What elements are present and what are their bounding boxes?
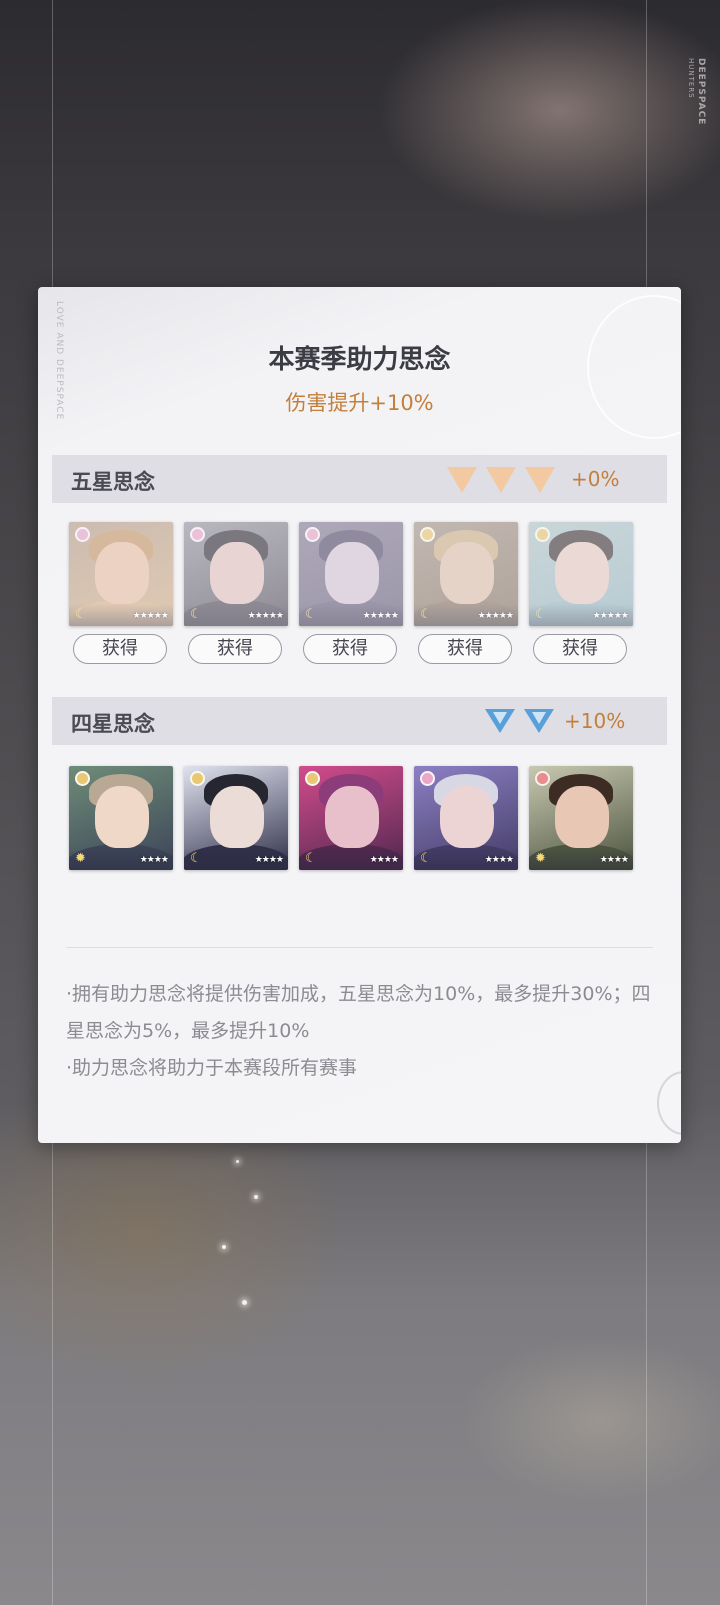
- memory-card[interactable]: ✹ ★★★★: [529, 766, 633, 870]
- moon-icon: ☾: [535, 607, 547, 622]
- star-rating: ★★★★★: [132, 611, 169, 621]
- card-bottom-strip: [414, 604, 518, 626]
- five-star-section-header: 五星思念 +0%: [52, 455, 667, 503]
- memory-card[interactable]: ☾ ★★★★★: [529, 522, 633, 626]
- card-bottom-strip: [529, 604, 633, 626]
- five-star-bonus: +0%: [571, 467, 620, 491]
- character-portrait: [555, 542, 609, 604]
- character-portrait: [184, 600, 288, 626]
- star-rating: ★★★★: [484, 855, 514, 865]
- star-rating: ★★★★: [599, 855, 629, 865]
- triangle-gold-icon: [486, 467, 516, 493]
- get-button[interactable]: 获得: [533, 634, 627, 664]
- memory-card[interactable]: ☾ ★★★★★: [299, 522, 403, 626]
- star-rating: ★★★★★: [477, 611, 514, 621]
- character-portrait: [529, 600, 633, 626]
- character-portrait: [210, 542, 264, 604]
- memory-card[interactable]: ☾ ★★★★: [184, 766, 288, 870]
- moon-icon: ☾: [305, 851, 317, 866]
- character-portrait: [319, 530, 383, 564]
- card-bottom-strip: [184, 604, 288, 626]
- memory-card[interactable]: ☾ ★★★★★: [69, 522, 173, 626]
- memory-card[interactable]: ☾ ★★★★★: [184, 522, 288, 626]
- memory-card[interactable]: ✹ ★★★★: [69, 766, 173, 870]
- attribute-badge-icon: [75, 527, 90, 542]
- moon-icon: ☾: [420, 607, 432, 622]
- attribute-badge-icon: [190, 527, 205, 542]
- sparkle-icon: [236, 1160, 239, 1163]
- attribute-badge-icon: [75, 771, 90, 786]
- character-portrait: [549, 530, 613, 564]
- attribute-badge-icon: [305, 527, 320, 542]
- decorative-arc: [657, 1071, 681, 1135]
- character-portrait: [440, 542, 494, 604]
- sun-icon: ✹: [75, 851, 86, 866]
- note-line: ·拥有助力思念将提供伤害加成，五星思念为10%，最多提升30%；四星思念为5%，…: [66, 983, 651, 1042]
- character-portrait: [95, 542, 149, 604]
- divider: [66, 947, 653, 948]
- character-portrait: [69, 600, 173, 626]
- moon-icon: ☾: [305, 607, 317, 622]
- star-rating: ★★★★: [369, 855, 399, 865]
- character-portrait: [434, 530, 498, 564]
- triangle-gold-icon: [447, 467, 477, 493]
- attribute-badge-icon: [420, 771, 435, 786]
- star-rating: ★★★★★: [247, 611, 284, 621]
- star-rating: ★★★★★: [362, 611, 399, 621]
- get-button[interactable]: 获得: [73, 634, 167, 664]
- get-button[interactable]: 获得: [418, 634, 512, 664]
- support-memories-dialog: LOVE AND DEEPSPACE 本赛季助力思念 伤害提升+10% 五星思念…: [38, 287, 681, 1143]
- get-button[interactable]: 获得: [303, 634, 397, 664]
- character-portrait: [414, 600, 518, 626]
- four-star-section-header: 四星思念 +10%: [52, 697, 667, 745]
- moon-icon: ☾: [75, 607, 87, 622]
- damage-bonus-subtitle: 伤害提升+10%: [285, 391, 434, 415]
- memory-card[interactable]: ☾ ★★★★: [299, 766, 403, 870]
- moon-icon: ☾: [190, 851, 202, 866]
- brand-main-text: DEEPSPACE: [696, 58, 706, 126]
- character-portrait: [440, 786, 494, 848]
- attribute-badge-icon: [420, 527, 435, 542]
- character-portrait: [210, 786, 264, 848]
- sparkle-icon: [222, 1245, 226, 1249]
- brand-sub-text: HUNTERS: [687, 58, 695, 99]
- get-button[interactable]: 获得: [188, 634, 282, 664]
- attribute-badge-icon: [535, 771, 550, 786]
- star-rating: ★★★★: [139, 855, 169, 865]
- four-star-bonus: +10%: [564, 709, 626, 733]
- triangle-blue-icon: [485, 709, 515, 733]
- card-bottom-strip: [299, 604, 403, 626]
- character-portrait: [325, 542, 379, 604]
- character-portrait: [89, 530, 153, 564]
- character-portrait: [299, 600, 403, 626]
- attribute-badge-icon: [190, 771, 205, 786]
- star-rating: ★★★★★: [592, 611, 629, 621]
- note-line: ·助力思念将助力于本赛段所有赛事: [66, 1057, 358, 1079]
- background-brand-logo: DEEPSPACE HUNTERS: [676, 58, 706, 148]
- character-portrait: [204, 530, 268, 564]
- sparkle-icon: [254, 1195, 258, 1199]
- dialog-title: 本赛季助力思念: [268, 345, 451, 375]
- sparkle-icon: [242, 1300, 247, 1305]
- four-star-section-title: 四星思念: [71, 711, 155, 736]
- triangle-gold-icon: [525, 467, 555, 493]
- moon-icon: ☾: [190, 607, 202, 622]
- character-portrait: [95, 786, 149, 848]
- star-rating: ★★★★: [254, 855, 284, 865]
- card-bottom-strip: [69, 604, 173, 626]
- moon-icon: ☾: [420, 851, 432, 866]
- five-star-section-title: 五星思念: [71, 469, 155, 494]
- attribute-badge-icon: [305, 771, 320, 786]
- attribute-badge-icon: [535, 527, 550, 542]
- triangle-blue-icon: [524, 709, 554, 733]
- sun-icon: ✹: [535, 851, 546, 866]
- character-portrait: [555, 786, 609, 848]
- memory-card[interactable]: ☾ ★★★★★: [414, 522, 518, 626]
- memory-card[interactable]: ☾ ★★★★: [414, 766, 518, 870]
- character-portrait: [325, 786, 379, 848]
